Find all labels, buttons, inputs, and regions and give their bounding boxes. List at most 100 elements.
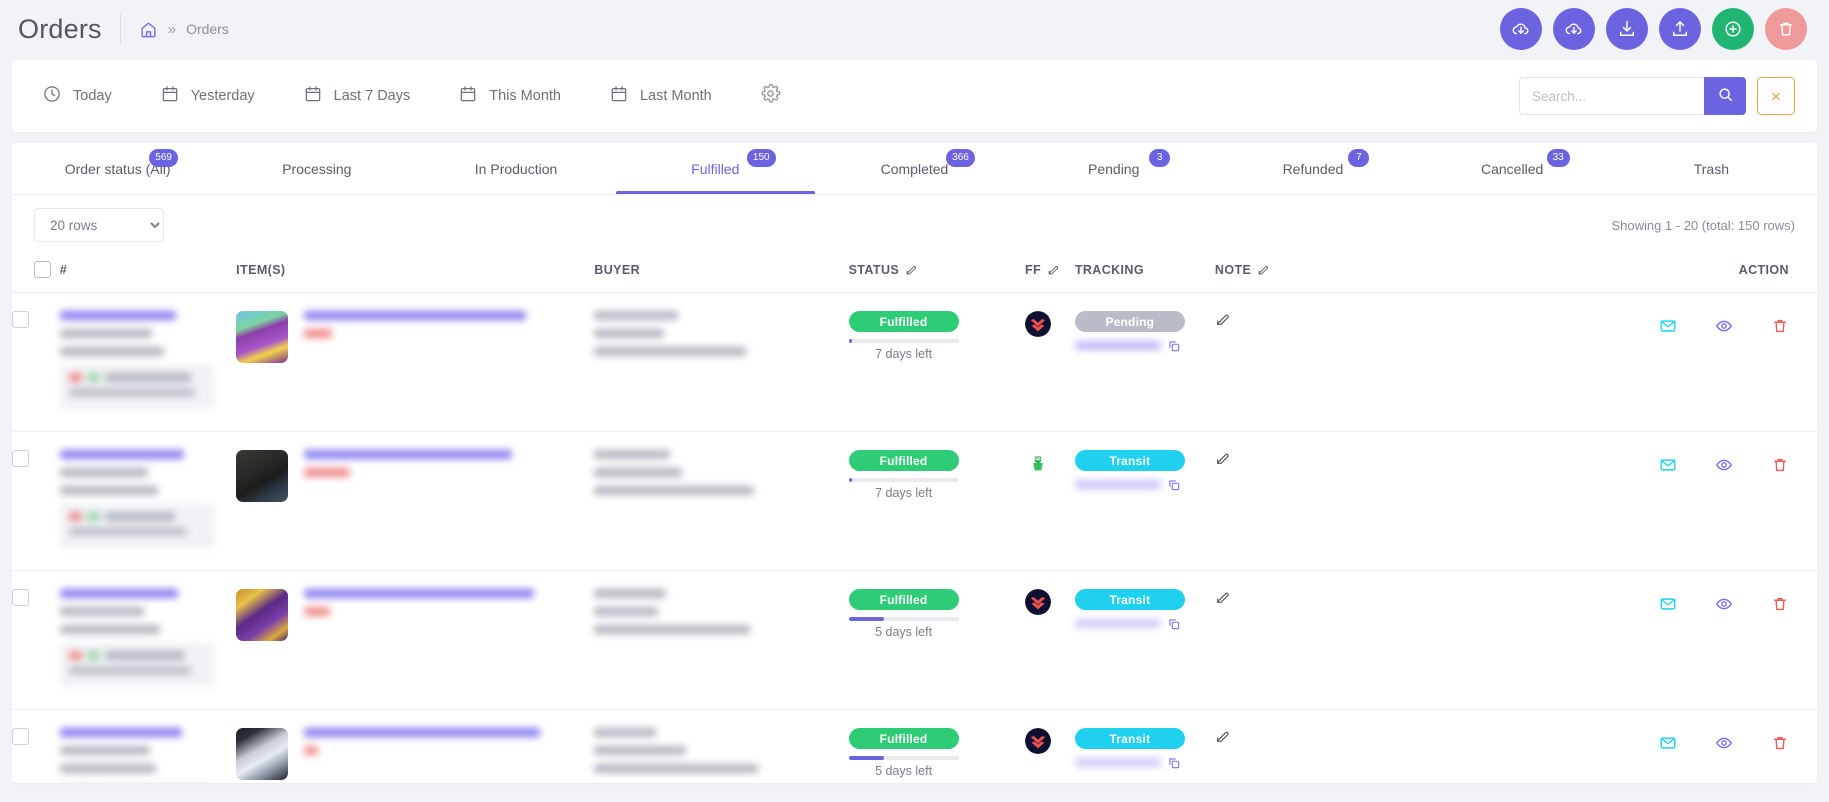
gear-icon: [760, 83, 781, 109]
note-edit-icon[interactable]: [1215, 589, 1231, 605]
clear-search-button[interactable]: ×: [1757, 77, 1795, 115]
product-thumbnail[interactable]: [236, 311, 289, 363]
search-input[interactable]: [1519, 77, 1704, 115]
note-edit-icon[interactable]: [1215, 450, 1231, 466]
redacted-item-title: [304, 311, 594, 363]
tab-cancelled[interactable]: Cancelled 33: [1413, 143, 1612, 194]
note-cell: [1214, 431, 1506, 571]
tab-trash[interactable]: Trash: [1612, 143, 1811, 194]
edit-icon[interactable]: [1257, 263, 1270, 276]
tab-in-production[interactable]: In Production: [416, 143, 615, 194]
note-edit-icon[interactable]: [1215, 311, 1231, 327]
table-row[interactable]: Fulfilled 5 days left Transit: [12, 570, 1817, 710]
status-badge[interactable]: Fulfilled: [848, 311, 959, 332]
fulfillment-avatar[interactable]: [1025, 311, 1051, 337]
header-items[interactable]: ITEM(S): [236, 251, 595, 293]
note-edit-icon[interactable]: [1215, 728, 1231, 744]
table-row[interactable]: Fulfilled 7 days left: [12, 431, 1817, 571]
row-checkbox[interactable]: [12, 589, 29, 606]
cloud-download-button[interactable]: [1500, 8, 1542, 50]
row-select-cell: [12, 292, 60, 432]
redacted-order-info: [59, 728, 236, 783]
row-checkbox[interactable]: [12, 311, 29, 328]
view-action-icon[interactable]: [1715, 734, 1733, 752]
tracking-badge[interactable]: Transit: [1074, 589, 1185, 610]
status-badge[interactable]: Fulfilled: [848, 728, 959, 749]
tab-completed[interactable]: Completed 366: [815, 143, 1014, 194]
search-button[interactable]: [1704, 77, 1746, 115]
filter-this-month[interactable]: This Month: [458, 84, 561, 109]
view-action-icon[interactable]: [1715, 317, 1733, 335]
fulfillment-avatar[interactable]: [1025, 728, 1051, 754]
tab-processing[interactable]: Processing: [217, 143, 416, 194]
header-number[interactable]: #: [59, 251, 237, 293]
delete-action-icon[interactable]: [1771, 595, 1789, 613]
tracking-badge[interactable]: Pending: [1074, 311, 1185, 332]
select-all-checkbox[interactable]: [34, 261, 51, 278]
table-row[interactable]: Fulfilled 7 days left: [12, 292, 1817, 432]
header-tracking[interactable]: TRACKING: [1074, 251, 1215, 293]
order-number-cell: [59, 709, 237, 783]
tracking-badge[interactable]: Transit: [1074, 450, 1185, 471]
email-action-icon[interactable]: [1659, 734, 1677, 752]
product-thumbnail[interactable]: [236, 728, 289, 780]
filter-yesterday[interactable]: Yesterday: [160, 84, 255, 109]
delete-action-icon[interactable]: [1771, 456, 1789, 474]
tab-order-status-all[interactable]: Order status (All) 569: [18, 143, 217, 194]
filter-today[interactable]: Today: [42, 84, 112, 109]
copy-icon[interactable]: [1167, 756, 1181, 770]
edit-icon[interactable]: [1047, 263, 1060, 276]
row-checkbox[interactable]: [12, 728, 29, 745]
status-badge[interactable]: Fulfilled: [848, 589, 959, 610]
home-icon[interactable]: [139, 20, 158, 39]
row-checkbox[interactable]: [12, 450, 29, 467]
product-thumbnail[interactable]: [236, 589, 289, 641]
row-action-cell: [1505, 292, 1817, 432]
filter-last-month[interactable]: Last Month: [609, 84, 712, 109]
email-action-icon[interactable]: [1659, 595, 1677, 613]
delete-button[interactable]: [1765, 8, 1807, 50]
header-ff[interactable]: FF: [1025, 251, 1075, 293]
fulfillment-progress: [848, 617, 959, 621]
search-icon: [1717, 86, 1734, 106]
fulfillment-avatar[interactable]: [1025, 589, 1051, 615]
header-status[interactable]: STATUS: [848, 251, 1025, 293]
view-action-icon[interactable]: [1715, 595, 1733, 613]
email-action-icon[interactable]: [1659, 317, 1677, 335]
tab-label: Trash: [1693, 160, 1729, 177]
tab-pending[interactable]: Pending 3: [1014, 143, 1213, 194]
delete-action-icon[interactable]: [1771, 317, 1789, 335]
fulfillment-avatar[interactable]: [1025, 450, 1051, 476]
filter-last-7-days[interactable]: Last 7 Days: [303, 84, 410, 109]
upload-button[interactable]: [1659, 8, 1701, 50]
cloud-sync-button[interactable]: [1553, 8, 1595, 50]
status-cell: Fulfilled 5 days left: [848, 570, 1025, 710]
filter-settings-button[interactable]: [760, 83, 781, 109]
fulfillment-progress: [848, 756, 959, 760]
email-action-icon[interactable]: [1659, 456, 1677, 474]
header-buyer-label: BUYER: [594, 262, 641, 277]
product-thumbnail[interactable]: [236, 450, 289, 502]
filter-yesterday-label: Yesterday: [190, 88, 255, 104]
delete-action-icon[interactable]: [1771, 734, 1789, 752]
breadcrumb-current[interactable]: Orders: [186, 21, 229, 37]
tab-fulfilled[interactable]: Fulfilled 150: [615, 143, 816, 194]
add-order-button[interactable]: [1712, 8, 1754, 50]
tab-label: Refunded: [1282, 160, 1344, 177]
item-cell: [236, 570, 595, 710]
rows-per-page-select[interactable]: 20 rows 50 rows 100 rows: [34, 208, 164, 242]
edit-icon[interactable]: [905, 263, 918, 276]
header-buyer[interactable]: BUYER: [594, 251, 849, 293]
tracking-badge[interactable]: Transit: [1074, 728, 1185, 749]
copy-icon[interactable]: [1167, 478, 1181, 492]
view-action-icon[interactable]: [1715, 456, 1733, 474]
copy-icon[interactable]: [1167, 339, 1181, 353]
ff-cell: [1025, 709, 1075, 783]
download-button[interactable]: [1606, 8, 1648, 50]
tab-refunded[interactable]: Refunded 7: [1213, 143, 1412, 194]
status-badge[interactable]: Fulfilled: [848, 450, 959, 471]
copy-icon[interactable]: [1167, 617, 1181, 631]
redacted-tracking-number: [1074, 619, 1161, 628]
table-row[interactable]: Fulfilled 5 days left Transit: [12, 709, 1817, 783]
header-note[interactable]: NOTE: [1214, 251, 1506, 293]
